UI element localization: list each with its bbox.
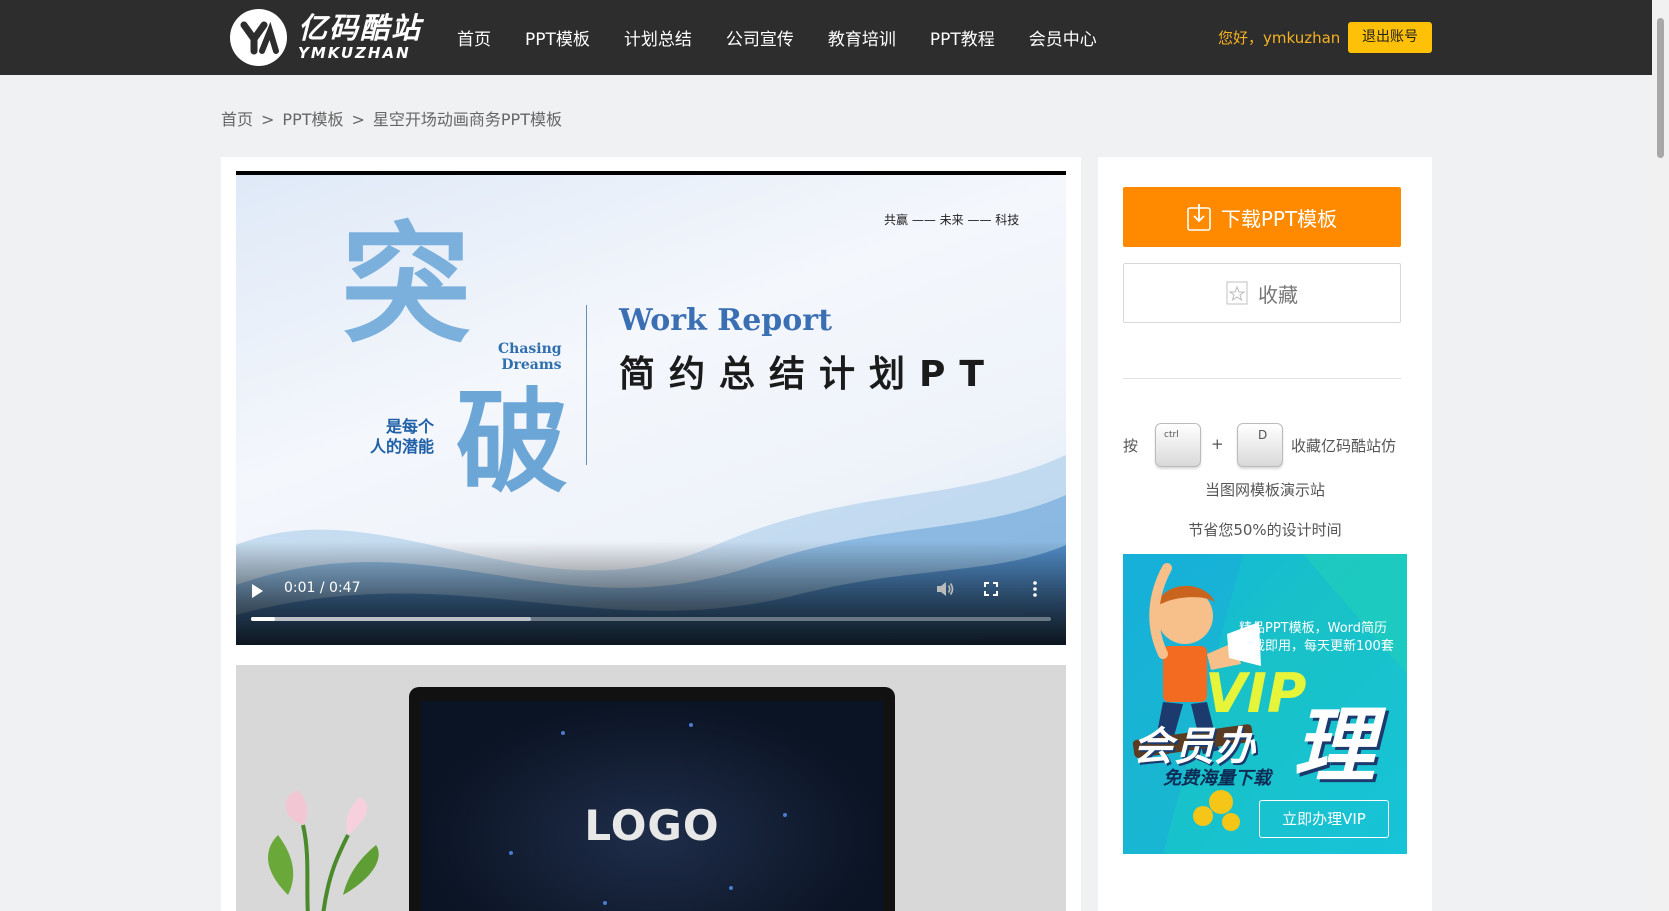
nav-home[interactable]: 首页 bbox=[457, 25, 491, 50]
slide-work-report: Work Report bbox=[619, 303, 832, 338]
tip-line-1: 收藏亿码酷站仿 bbox=[1291, 437, 1397, 455]
progress-buffered bbox=[251, 617, 531, 621]
vip-join-button[interactable]: 立即办理VIP bbox=[1259, 800, 1389, 838]
vip-banner[interactable]: 精品PPT模板，Word简历 下载即用，每天更新100套 VIP 会员办 理 免… bbox=[1123, 554, 1407, 854]
tip-line-2: 当图网模板演示站 bbox=[1204, 481, 1325, 499]
laptop-mockup: LOGO bbox=[409, 687, 895, 911]
play-icon[interactable] bbox=[252, 584, 263, 598]
vip-description: 精品PPT模板，Word简历 下载即用，每天更新100套 bbox=[1239, 621, 1394, 654]
favorite-label: 收藏 bbox=[1258, 282, 1298, 307]
slide-tagline: 共赢 —— 未来 —— 科技 bbox=[884, 213, 1020, 227]
progress-played bbox=[251, 617, 275, 621]
laptop-logo-text: LOGO bbox=[584, 801, 720, 850]
nav-member-center[interactable]: 会员中心 bbox=[1029, 25, 1097, 50]
more-options-icon[interactable] bbox=[1032, 581, 1038, 597]
logout-button[interactable]: 退出账号 bbox=[1348, 22, 1432, 53]
star-icon bbox=[1226, 281, 1248, 305]
tip-plus: + bbox=[1211, 435, 1224, 453]
slide-chasing-dreams: Chasing Dreams bbox=[498, 341, 562, 373]
breadcrumb-separator: > bbox=[351, 110, 365, 129]
flower-decoration-icon bbox=[268, 790, 379, 911]
page-scrollbar[interactable] bbox=[1652, 0, 1669, 911]
fullscreen-icon[interactable] bbox=[984, 582, 998, 596]
main-nav: 首页 PPT模板 计划总结 公司宣传 教育培训 PPT教程 会员中心 bbox=[457, 0, 1131, 75]
video-progress-bar[interactable] bbox=[251, 617, 1051, 621]
d-key-icon: D bbox=[1237, 423, 1283, 467]
tip-press-text: 按 bbox=[1123, 437, 1139, 455]
download-label: 下载PPT模板 bbox=[1220, 206, 1338, 231]
breadcrumb-home[interactable]: 首页 bbox=[221, 110, 253, 129]
nav-education[interactable]: 教育培训 bbox=[828, 25, 896, 50]
nav-plan-summary[interactable]: 计划总结 bbox=[624, 25, 692, 50]
download-button[interactable]: 下载PPT模板 bbox=[1123, 187, 1401, 247]
logo-en-text: YMKUZHAN bbox=[298, 44, 411, 62]
nav-ppt-tutorials[interactable]: PPT教程 bbox=[930, 25, 995, 50]
logo-mark-icon bbox=[230, 9, 287, 66]
video-time: 0:01 / 0:47 bbox=[284, 580, 361, 596]
download-icon bbox=[1187, 204, 1211, 231]
volume-icon[interactable] bbox=[936, 581, 954, 597]
vip-subtitle: 免费海量下载 bbox=[1163, 768, 1271, 789]
slide-divider bbox=[586, 305, 587, 465]
sidebar-divider bbox=[1123, 378, 1401, 379]
top-header: 亿码酷站 YMKUZHAN 首页 PPT模板 计划总结 公司宣传 教育培训 PP… bbox=[0, 0, 1652, 75]
tip-line-3: 节省您50%的设计时间 bbox=[1188, 521, 1342, 539]
favorite-button[interactable]: 收藏 bbox=[1123, 263, 1401, 323]
template-preview-image: LOGO bbox=[236, 665, 1066, 911]
video-player[interactable]: 共赢 —— 未来 —— 科技 突 破 Chasing Dreams 是每个 人的… bbox=[236, 171, 1066, 645]
slide-title-cn: 简约总结计划PT bbox=[619, 354, 998, 395]
sidebar: 下载PPT模板 收藏 按 ctrl + D 收藏亿码酷站仿 当图网模板演示站 节… bbox=[1098, 157, 1432, 911]
ctrl-key-icon: ctrl bbox=[1155, 423, 1201, 467]
nav-ppt-templates[interactable]: PPT模板 bbox=[525, 25, 590, 50]
breadcrumb-ppt-templates[interactable]: PPT模板 bbox=[282, 110, 343, 129]
vip-li-text: 理 bbox=[1293, 699, 1375, 794]
user-greeting[interactable]: 您好，ymkuzhan bbox=[1218, 27, 1340, 48]
slide-big-char-2: 破 bbox=[456, 377, 568, 508]
preview-panel: 共赢 —— 未来 —— 科技 突 破 Chasing Dreams 是每个 人的… bbox=[221, 157, 1081, 911]
slide-big-char-1: 突 bbox=[341, 208, 472, 361]
site-logo[interactable]: 亿码酷站 YMKUZHAN bbox=[230, 9, 422, 66]
breadcrumb-current: 星空开场动画商务PPT模板 bbox=[372, 110, 562, 129]
scrollbar-thumb[interactable] bbox=[1657, 18, 1664, 158]
breadcrumb-separator: > bbox=[261, 110, 275, 129]
bookmark-tip: 按 ctrl + D 收藏亿码酷站仿 bbox=[1123, 423, 1413, 467]
breadcrumb: 首页 > PPT模板 > 星空开场动画商务PPT模板 bbox=[221, 106, 562, 130]
logo-cn-text: 亿码酷站 bbox=[298, 11, 423, 45]
slide-potential-text: 是每个 人的潜能 bbox=[370, 417, 435, 456]
nav-company-promo[interactable]: 公司宣传 bbox=[726, 25, 794, 50]
